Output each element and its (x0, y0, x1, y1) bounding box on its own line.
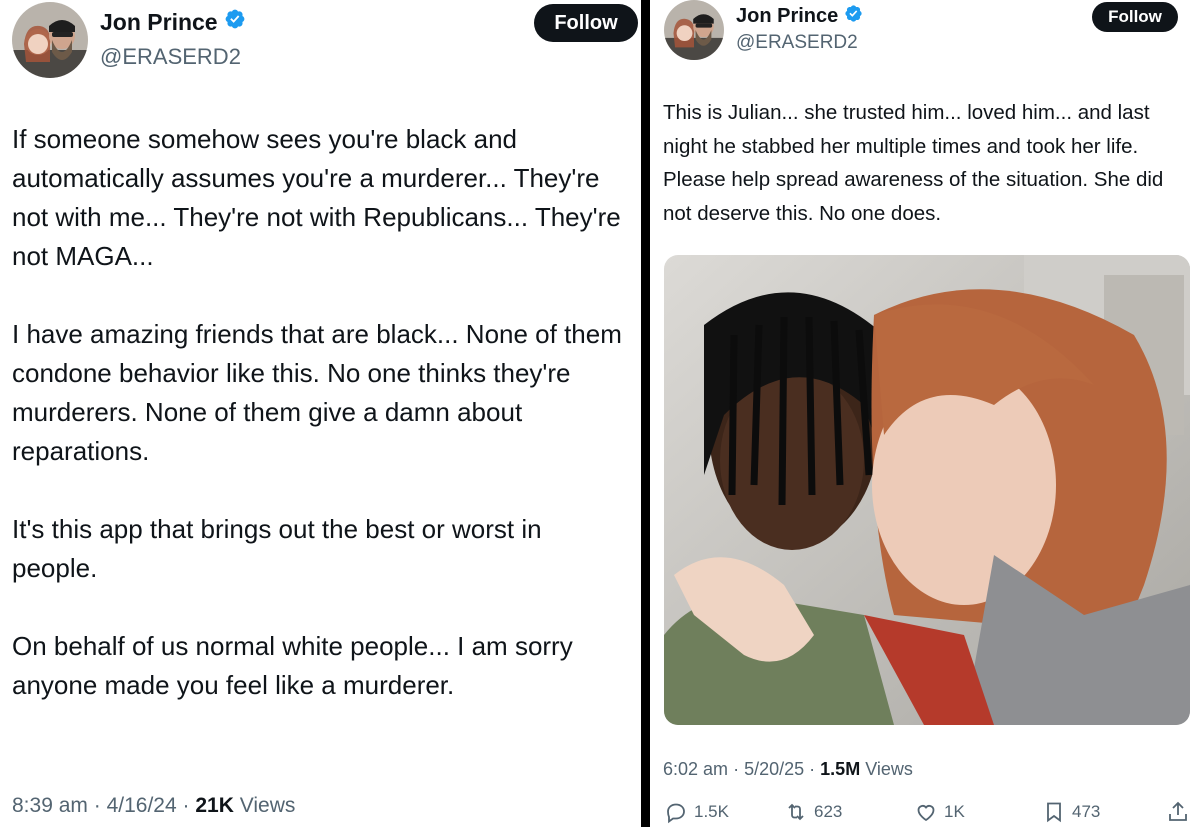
left-tweet-panel: Jon Prince @ERASERD2 Follow If someone s… (0, 0, 641, 827)
tweet-meta: 8:39 am · 4/16/24 · 21K Views (12, 794, 295, 818)
views-count: 1.5M (820, 759, 861, 779)
like-button[interactable]: 1K (914, 800, 965, 824)
tweet-meta: 6:02 am · 5/20/25 · 1.5M Views (663, 759, 913, 780)
tweet-body: If someone somehow sees you're black and… (12, 120, 632, 744)
repost-button[interactable]: 623 (784, 800, 842, 824)
right-tweet-panel: Jon Prince @ERASERD2 Follow This is Juli… (650, 0, 1200, 827)
tweet-date[interactable]: 5/20/25 (744, 759, 804, 779)
selfie-image (664, 255, 1190, 725)
share-button[interactable] (1166, 800, 1190, 824)
tweet-paragraph: If someone somehow sees you're black and… (12, 124, 621, 271)
tweet-photo[interactable] (664, 255, 1190, 725)
follow-button[interactable]: Follow (534, 4, 638, 42)
views-label: Views (865, 759, 913, 779)
tweet-paragraph: On behalf of us normal white people... I… (12, 631, 573, 700)
tweet-paragraph: I have amazing friends that are black...… (12, 319, 622, 466)
repost-count: 623 (814, 802, 843, 821)
repost-icon (788, 803, 804, 821)
verified-badge-icon (224, 8, 246, 36)
tweet-paragraph: It's this app that brings out the best o… (12, 514, 542, 583)
author-avatar[interactable] (664, 0, 724, 60)
views-label: Views (239, 794, 296, 817)
bookmark-icon (1047, 802, 1061, 823)
bookmark-button[interactable]: 473 (1042, 800, 1100, 824)
avatar-photo (664, 0, 724, 60)
share-icon (1169, 801, 1187, 821)
meta-separator: · (809, 759, 816, 779)
author-name-row[interactable]: Jon Prince (100, 8, 246, 36)
author-display-name[interactable]: Jon Prince (100, 9, 218, 36)
author-avatar[interactable] (12, 2, 88, 78)
author-name-row[interactable]: Jon Prince (736, 4, 863, 29)
meta-separator: · (93, 794, 101, 817)
author-display-name[interactable]: Jon Prince (736, 5, 838, 28)
tweet-time[interactable]: 6:02 am (663, 759, 728, 779)
like-count: 1K (944, 802, 965, 821)
follow-button[interactable]: Follow (1092, 2, 1178, 32)
tweet-time[interactable]: 8:39 am (12, 794, 88, 817)
bookmark-count: 473 (1072, 802, 1101, 821)
author-handle[interactable]: @ERASERD2 (736, 32, 858, 54)
tweet-actions-bar: 1.5K 623 1K 473 (664, 800, 1194, 827)
tweet-body: This is Julian... she trusted him... lov… (663, 101, 1164, 225)
heart-icon (917, 805, 935, 822)
verified-badge-icon (844, 4, 863, 29)
reply-icon (667, 803, 685, 824)
reply-button[interactable]: 1.5K (664, 800, 729, 824)
avatar-photo (12, 2, 88, 78)
tweet-date[interactable]: 4/16/24 (107, 794, 177, 817)
views-count: 21K (195, 794, 234, 817)
meta-separator: · (733, 759, 740, 779)
author-handle[interactable]: @ERASERD2 (100, 44, 241, 70)
meta-separator: · (182, 794, 190, 817)
reply-count: 1.5K (694, 802, 729, 821)
